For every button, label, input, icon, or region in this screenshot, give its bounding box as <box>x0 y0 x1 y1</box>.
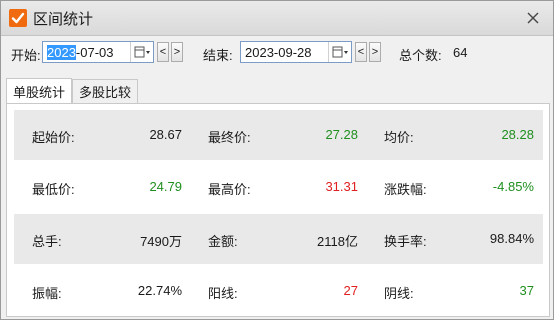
amplitude-label: 振幅: <box>32 286 62 301</box>
total-count-value: 64 <box>453 45 468 60</box>
end-label: 结束: <box>203 48 233 63</box>
low-price-value: 24.79 <box>149 179 182 194</box>
high-price-value: 31.31 <box>325 179 358 194</box>
amplitude-value: 22.74% <box>137 283 182 298</box>
total-count-label: 总个数: <box>399 48 442 63</box>
amount-label: 金额: <box>208 234 238 249</box>
tab-bar: 单股统计 多股比较 <box>6 78 139 103</box>
end-date-value[interactable]: 2023-09-28 <box>241 45 328 60</box>
open-price-value: 28.67 <box>149 127 182 142</box>
checkmark-icon <box>9 9 27 27</box>
up-candles-value: 27 <box>343 283 358 298</box>
down-candles-label: 阴线: <box>384 286 414 301</box>
close-price-label: 最终价: <box>208 130 251 145</box>
stats-row: 振幅: 22.74% 阳线: 27 阴线: 37 <box>14 266 543 316</box>
start-next-button[interactable]: > <box>171 42 183 62</box>
end-prev-button[interactable]: < <box>355 42 367 62</box>
end-date-picker[interactable]: 2023-09-28 <box>240 41 352 63</box>
tab-single-stock[interactable]: 单股统计 <box>6 78 73 103</box>
turnover-label: 换手率: <box>384 234 427 249</box>
close-button[interactable] <box>523 8 543 28</box>
low-price-label: 最低价: <box>32 182 75 197</box>
interval-stats-window: 区间统计 开始: 2023-07-03 < > 结束: 2023-09-28 <… <box>0 0 554 320</box>
amount-value: 2118亿 <box>317 234 358 249</box>
up-candles-label: 阳线: <box>208 286 238 301</box>
start-date-picker[interactable]: 2023-07-03 <box>42 41 154 63</box>
volume-value: 7490万 <box>140 234 182 249</box>
end-next-button[interactable]: > <box>369 42 381 62</box>
turnover-value: 98.84% <box>489 231 534 246</box>
change-pct-value: -4.85% <box>492 179 534 194</box>
stats-panel: 起始价: 28.67 最终价: 27.28 均价: 28.28 最低价: 24.79 最… <box>6 103 550 317</box>
down-candles-value: 37 <box>519 283 534 298</box>
stats-grid: 起始价: 28.67 最终价: 27.28 均价: 28.28 最低价: 24.79 最… <box>14 110 543 318</box>
calendar-dropdown-icon[interactable] <box>328 42 351 62</box>
start-label: 开始: <box>11 48 41 63</box>
calendar-dropdown-icon[interactable] <box>130 42 153 62</box>
volume-label: 总手: <box>32 234 62 249</box>
avg-price-label: 均价: <box>384 130 414 145</box>
high-price-label: 最高价: <box>208 182 251 197</box>
stats-row: 起始价: 28.67 最终价: 27.28 均价: 28.28 <box>14 110 543 160</box>
avg-price-value: 28.28 <box>501 127 534 142</box>
close-icon <box>527 12 539 24</box>
close-price-value: 27.28 <box>325 127 358 142</box>
tab-multi-stock[interactable]: 多股比较 <box>72 79 139 103</box>
start-prev-button[interactable]: < <box>157 42 169 62</box>
change-pct-label: 涨跌幅: <box>384 182 427 197</box>
title-bar[interactable]: 区间统计 <box>1 1 553 36</box>
open-price-label: 起始价: <box>32 130 75 145</box>
start-date-value[interactable]: 2023-07-03 <box>43 44 130 60</box>
stats-row: 最低价: 24.79 最高价: 31.31 涨跌幅: -4.85% <box>14 162 543 212</box>
stats-row: 总手: 7490万 金额: 2118亿 换手率: 98.84% <box>14 214 543 264</box>
window-title: 区间统计 <box>33 10 94 28</box>
date-range-toolbar: 开始: 2023-07-03 < > 结束: 2023-09-28 < > 总个… <box>1 40 553 66</box>
